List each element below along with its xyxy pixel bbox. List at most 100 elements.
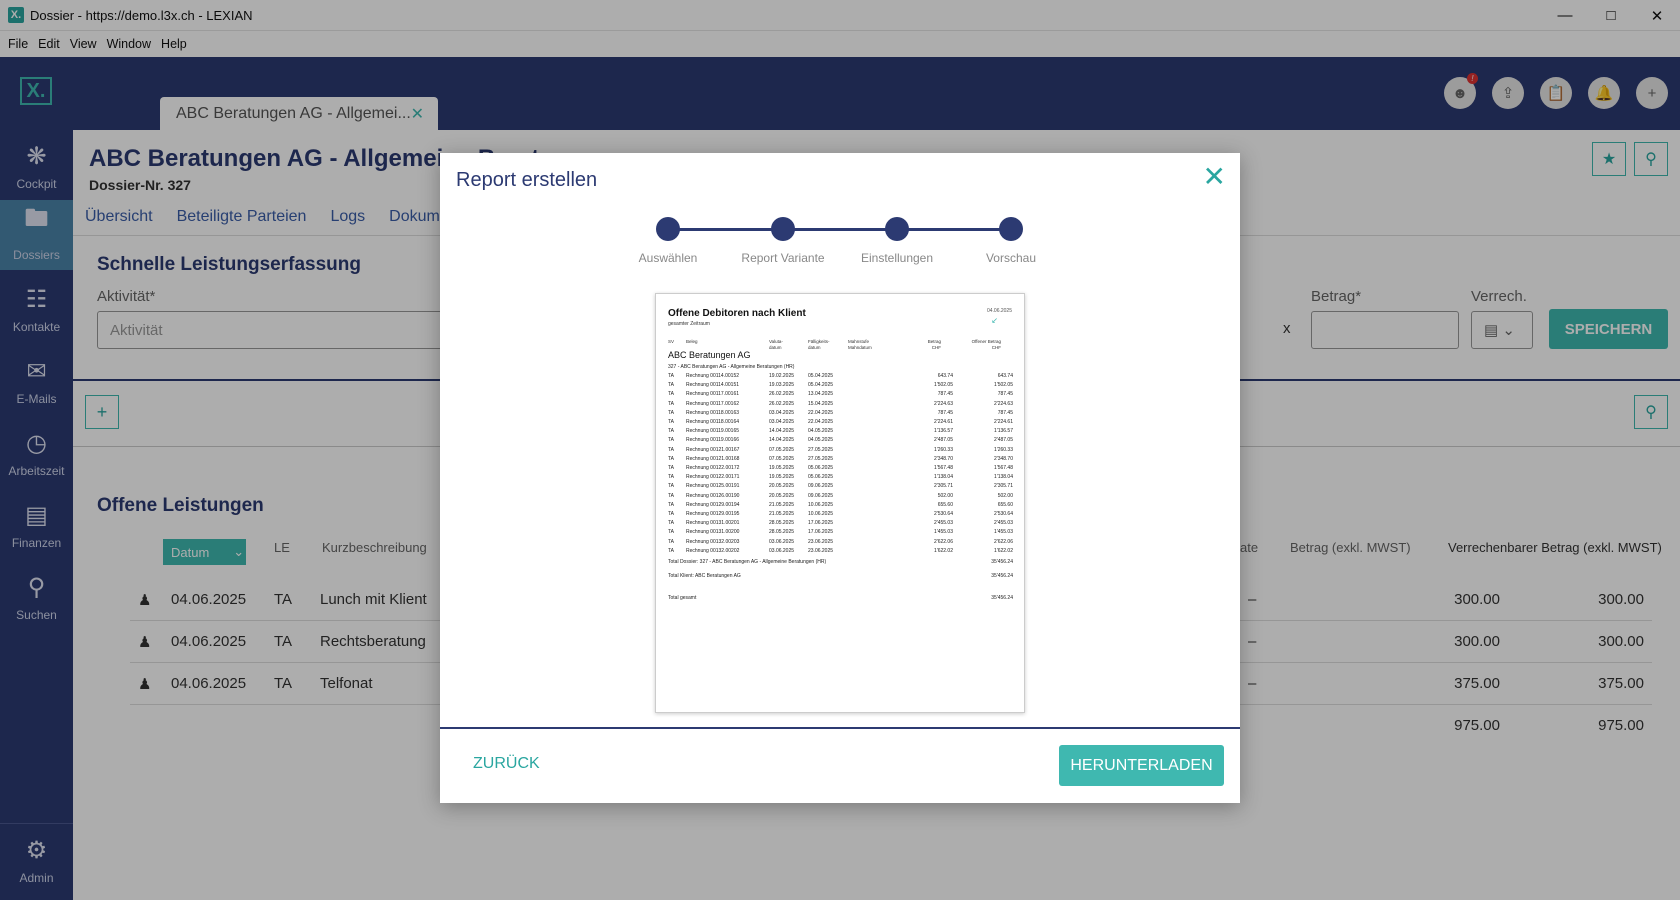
preview-cell: TA bbox=[668, 511, 675, 517]
preview-cell: 1'136.57 bbox=[993, 428, 1013, 435]
preview-cell: TA bbox=[668, 547, 675, 554]
preview-cell: TA bbox=[668, 474, 675, 481]
preview-cell: 19.05.2025 bbox=[769, 465, 795, 471]
preview-total-label: Total Dossier: 327 - ABC Beratungen AG -… bbox=[668, 559, 827, 565]
preview-cell: 09.06.2025 bbox=[808, 483, 834, 490]
preview-cell: 03.04.2025 bbox=[769, 409, 795, 416]
preview-cell: 2'530.64 bbox=[993, 511, 1013, 517]
step-dot bbox=[656, 217, 680, 241]
preview-cell: 2'224.63 bbox=[933, 400, 953, 407]
step-einstellungen[interactable]: Einstellungen bbox=[837, 215, 957, 265]
close-icon[interactable]: ✕ bbox=[1203, 163, 1226, 191]
preview-cell: 04.05.2025 bbox=[808, 437, 834, 444]
preview-cell: Rechnung 00118.00164 bbox=[686, 419, 740, 425]
preview-cell: 05.04.2025 bbox=[808, 382, 834, 389]
preview-cell: 643.74 bbox=[937, 373, 953, 379]
preview-cell: 21.05.2025 bbox=[769, 511, 795, 517]
preview-cell: Rechnung 00129.00195 bbox=[686, 511, 740, 517]
step-vorschau[interactable]: Vorschau bbox=[951, 215, 1071, 265]
preview-cell: 787.45 bbox=[997, 409, 1013, 416]
preview-cell: 28.05.2025 bbox=[769, 529, 795, 536]
preview-cell: Rechnung 00126.00190 bbox=[686, 492, 740, 499]
step-label: Vorschau bbox=[985, 251, 1037, 265]
preview-cell: Rechnung 00121.00168 bbox=[686, 455, 740, 462]
preview-cell: 03.06.2025 bbox=[769, 547, 795, 554]
preview-cell: 2'622.06 bbox=[933, 538, 953, 545]
preview-cell: 27.05.2025 bbox=[808, 455, 834, 462]
preview-cell: 05.04.2025 bbox=[808, 373, 834, 379]
preview-cell: 1'622.02 bbox=[993, 547, 1013, 554]
step-report-variante[interactable]: Report Variante bbox=[723, 215, 843, 265]
preview-date: 04.06.2025 bbox=[986, 308, 1012, 314]
preview-cell: 2'348.70 bbox=[993, 455, 1013, 462]
preview-cell: 17.06.2025 bbox=[808, 520, 834, 527]
step-auswaehlen[interactable]: Auswählen bbox=[608, 215, 728, 265]
preview-cell: Rechnung 00132.00202 bbox=[686, 547, 740, 554]
preview-cell: 2'348.70 bbox=[933, 455, 953, 462]
preview-cell: 655.60 bbox=[997, 501, 1013, 508]
preview-cell: 03.06.2025 bbox=[769, 538, 795, 545]
preview-cell: 28.05.2025 bbox=[769, 520, 795, 527]
preview-cell: Rechnung 00131.00200 bbox=[686, 529, 740, 536]
report-preview[interactable]: Offene Debitoren nach Klient gesamter Ze… bbox=[655, 293, 1025, 713]
preview-cell: 09.06.2025 bbox=[808, 492, 834, 499]
preview-cell: Rechnung 00114.00152 bbox=[686, 373, 740, 379]
preview-cell: 643.74 bbox=[997, 373, 1013, 379]
preview-total-label: Total gesamt bbox=[668, 595, 697, 601]
preview-cell: 19.05.2025 bbox=[769, 474, 795, 481]
preview-cell: 19.02.2025 bbox=[769, 373, 795, 379]
step-dot bbox=[771, 217, 795, 241]
preview-cell: 23.06.2025 bbox=[808, 538, 834, 545]
preview-group: 327 - ABC Beratungen AG - Allgemeine Ber… bbox=[668, 364, 795, 370]
preview-cell: Rechnung 00118.00163 bbox=[686, 409, 740, 416]
preview-cell: 14.04.2025 bbox=[769, 437, 795, 444]
download-button[interactable]: HERUNTERLADEN bbox=[1059, 745, 1224, 786]
preview-cell: 2'487.05 bbox=[993, 437, 1013, 444]
stepper: Auswählen Report Variante Einstellungen … bbox=[440, 215, 1240, 265]
preview-cell: 22.04.2025 bbox=[808, 409, 834, 416]
preview-cell: Rechnung 00125.00191 bbox=[686, 483, 740, 490]
preview-col-beleg: Beleg bbox=[686, 339, 698, 344]
preview-cell: 05.06.2025 bbox=[808, 465, 834, 471]
preview-cell: 10.06.2025 bbox=[808, 501, 834, 508]
preview-cell: 2'487.05 bbox=[933, 437, 953, 444]
preview-cell: TA bbox=[668, 409, 675, 416]
preview-cell: 21.05.2025 bbox=[769, 501, 795, 508]
preview-cell: Rechnung 00114.00151 bbox=[686, 382, 740, 389]
back-button[interactable]: ZURÜCK bbox=[473, 755, 540, 773]
preview-cell: 2'622.06 bbox=[993, 538, 1013, 545]
preview-cell: TA bbox=[668, 446, 675, 453]
preview-row: TA Rechnung 00132.00202 03.06.2025 23.06.20… bbox=[668, 548, 1014, 558]
preview-cell: 2'224.61 bbox=[933, 419, 953, 425]
preview-cell: TA bbox=[668, 455, 675, 462]
preview-cell: 2'224.61 bbox=[993, 419, 1013, 425]
preview-cell: 1'260.33 bbox=[933, 446, 953, 453]
expand-arrow-icon[interactable]: ↙ bbox=[991, 316, 998, 325]
preview-cell: 04.05.2025 bbox=[808, 428, 834, 435]
preview-cell: Rechnung 00122.00172 bbox=[686, 465, 740, 471]
dialog-footer: ZURÜCK HERUNTERLADEN bbox=[440, 727, 1240, 803]
preview-cell: 502.00 bbox=[997, 492, 1013, 499]
preview-cell: TA bbox=[668, 520, 675, 527]
preview-cell: Rechnung 00119.00165 bbox=[686, 428, 740, 435]
preview-cell: 1'138.04 bbox=[993, 474, 1013, 481]
preview-cell: 1'567.48 bbox=[933, 465, 953, 471]
preview-subtitle: gesamter Zeitraum bbox=[668, 321, 710, 327]
preview-cell: 1'567.48 bbox=[993, 465, 1013, 471]
preview-cell: TA bbox=[668, 483, 675, 490]
preview-total-value: 35'456.24 bbox=[991, 595, 1013, 601]
preview-cell: 1'260.33 bbox=[993, 446, 1013, 453]
preview-total-value: 35'456.24 bbox=[991, 559, 1013, 565]
preview-cell: 23.06.2025 bbox=[808, 547, 834, 554]
preview-cell: Rechnung 00132.00203 bbox=[686, 538, 740, 545]
preview-cell: TA bbox=[668, 400, 675, 407]
preview-cell: 10.06.2025 bbox=[808, 511, 834, 517]
preview-cell: 2'455.03 bbox=[933, 520, 953, 527]
preview-cell: 787.45 bbox=[997, 391, 1013, 398]
preview-cell: Rechnung 00129.00194 bbox=[686, 501, 740, 508]
preview-cell: Rechnung 00122.00171 bbox=[686, 474, 740, 481]
dialog-title: Report erstellen bbox=[456, 169, 598, 191]
preview-cell: 20.05.2025 bbox=[769, 483, 795, 490]
preview-cell: 1'622.02 bbox=[933, 547, 953, 554]
preview-col-offen: Offener Betrag CHF bbox=[971, 339, 1001, 350]
